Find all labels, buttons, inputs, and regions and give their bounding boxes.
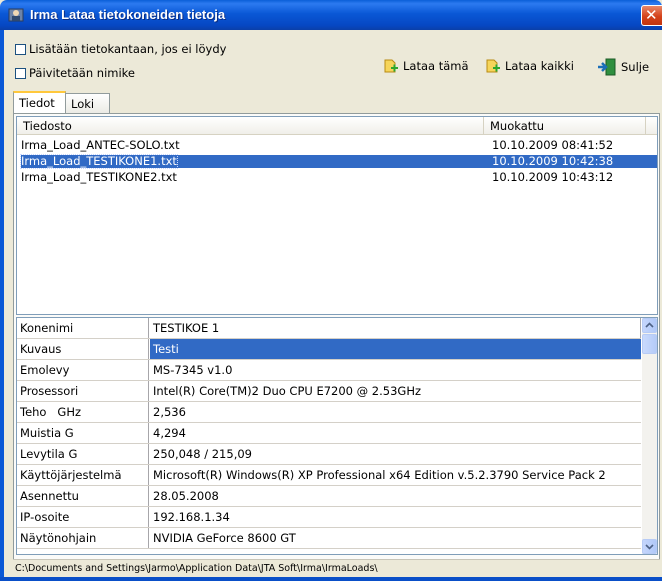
property-value[interactable]: 250,048 / 215,09 (150, 444, 641, 464)
property-label: Kuvaus (17, 339, 149, 359)
file-name: Irma_Load_TESTIKONE1.txt (20, 154, 178, 169)
property-value[interactable]: NVIDIA GeForce 8600 GT (150, 528, 641, 548)
add-to-db-label: Lisätään tietokantaan, jos ei löydy (29, 42, 227, 56)
update-name-checkbox[interactable] (15, 67, 26, 79)
property-row[interactable]: Asennettu 28.05.2008 (17, 486, 641, 507)
file-row[interactable]: Irma_Load_TESTIKONE2.txt 10.10.2009 10:4… (21, 171, 657, 184)
property-row[interactable]: Levytila G 250,048 / 215,09 (17, 444, 641, 465)
file-modified: 10.10.2009 10:42:38 (492, 154, 614, 168)
close-button[interactable]: Sulje (597, 58, 649, 76)
exit-door-icon (598, 58, 616, 76)
update-name-label: Päivitetään nimike (29, 66, 135, 80)
property-row[interactable]: Emolevy MS-7345 v1.0 (17, 360, 641, 381)
tab-tiedot-label: Tiedot (19, 96, 55, 110)
tab-tiedot[interactable]: Tiedot (13, 91, 66, 113)
scroll-down-button[interactable] (642, 539, 657, 554)
update-name-option[interactable]: Päivitetään nimike (15, 66, 135, 80)
add-to-db-checkbox[interactable] (15, 43, 26, 55)
tab-loki-label: Loki (71, 97, 95, 111)
load-all-label: Lataa kaikki (505, 59, 574, 73)
status-path: C:\Documents and Settings\Jarmo\Applicat… (15, 563, 378, 574)
property-row[interactable]: Konenimi TESTIKOE 1 (17, 318, 641, 339)
properties-grid[interactable]: Konenimi TESTIKOE 1 Kuvaus Testi Emolevy… (16, 317, 658, 555)
property-label: Emolevy (17, 360, 149, 380)
property-label: Prosessori (17, 381, 149, 401)
load-all-button[interactable]: Lataa kaikki (485, 58, 574, 74)
load-all-icon (486, 59, 500, 73)
file-name: Irma_Load_TESTIKONE2.txt (21, 170, 177, 184)
property-value-selected[interactable]: Testi (150, 339, 641, 359)
property-row[interactable]: Näytönohjain NVIDIA GeForce 8600 GT (17, 528, 641, 549)
status-bar: C:\Documents and Settings\Jarmo\Applicat… (13, 559, 660, 577)
app-icon (8, 8, 24, 22)
column-header-file[interactable]: Tiedosto (17, 117, 484, 134)
property-label: Muistia G (17, 423, 149, 443)
property-row[interactable]: Muistia G 4,294 (17, 423, 641, 444)
property-value[interactable]: 28.05.2008 (150, 486, 641, 506)
property-label: Näytönohjain (17, 528, 149, 548)
property-value[interactable]: 2,536 (150, 402, 641, 422)
window-frame-bottom (0, 577, 662, 581)
title-bar[interactable]: Irma Lataa tietokoneiden tietoja ✕ (0, 0, 662, 30)
window-title: Irma Lataa tietokoneiden tietoja (30, 7, 226, 22)
property-label: Teho GHz (17, 402, 149, 422)
file-modified: 10.10.2009 10:43:12 (492, 170, 614, 184)
property-value[interactable]: Microsoft(R) Windows(R) XP Professional … (150, 465, 641, 485)
close-icon: ✕ (645, 6, 658, 24)
property-value[interactable]: TESTIKOE 1 (150, 318, 641, 338)
file-row-selected[interactable]: Irma_Load_TESTIKONE1.txt 10.10.2009 10:4… (20, 154, 657, 169)
file-row[interactable]: Irma_Load_ANTEC-SOLO.txt 10.10.2009 08:4… (21, 139, 657, 152)
scroll-thumb[interactable] (642, 334, 657, 354)
scroll-up-button[interactable] (642, 318, 657, 333)
file-list-header: Tiedosto Muokattu (17, 117, 657, 135)
chevron-up-icon (645, 322, 654, 328)
file-name: Irma_Load_ANTEC-SOLO.txt (21, 138, 180, 152)
property-label: IP-osoite (17, 507, 149, 527)
file-modified: 10.10.2009 08:41:52 (492, 138, 614, 152)
close-label: Sulje (621, 60, 650, 74)
vertical-scrollbar[interactable] (642, 318, 657, 554)
property-value[interactable]: 192.168.1.34 (150, 507, 641, 527)
tab-loki[interactable]: Loki (65, 93, 110, 113)
property-row[interactable]: Käyttöjärjestelmä Microsoft(R) Windows(R… (17, 465, 641, 486)
load-this-label: Lataa tämä (403, 59, 469, 73)
window-frame-left (0, 30, 4, 581)
chevron-down-icon (645, 544, 654, 550)
property-value[interactable]: 4,294 (150, 423, 641, 443)
property-row[interactable]: IP-osoite 192.168.1.34 (17, 507, 641, 528)
load-file-icon (384, 59, 398, 73)
property-row[interactable]: Kuvaus Testi (17, 339, 641, 360)
property-label: Konenimi (17, 318, 149, 338)
file-list[interactable]: Tiedosto Muokattu Irma_Load_ANTEC-SOLO.t… (16, 116, 658, 315)
property-label: Käyttöjärjestelmä (17, 465, 149, 485)
load-this-button[interactable]: Lataa tämä (383, 58, 469, 74)
property-value[interactable]: Intel(R) Core(TM)2 Duo CPU E7200 @ 2.53G… (150, 381, 641, 401)
property-label: Asennettu (17, 486, 149, 506)
property-row[interactable]: Teho GHz 2,536 (17, 402, 641, 423)
close-window-button[interactable]: ✕ (641, 5, 662, 26)
column-header-modified[interactable]: Muokattu (484, 117, 646, 134)
add-to-db-option[interactable]: Lisätään tietokantaan, jos ei löydy (15, 42, 226, 56)
property-value[interactable]: MS-7345 v1.0 (150, 360, 641, 380)
property-row[interactable]: Prosessori Intel(R) Core(TM)2 Duo CPU E7… (17, 381, 641, 402)
property-label: Levytila G (17, 444, 149, 464)
